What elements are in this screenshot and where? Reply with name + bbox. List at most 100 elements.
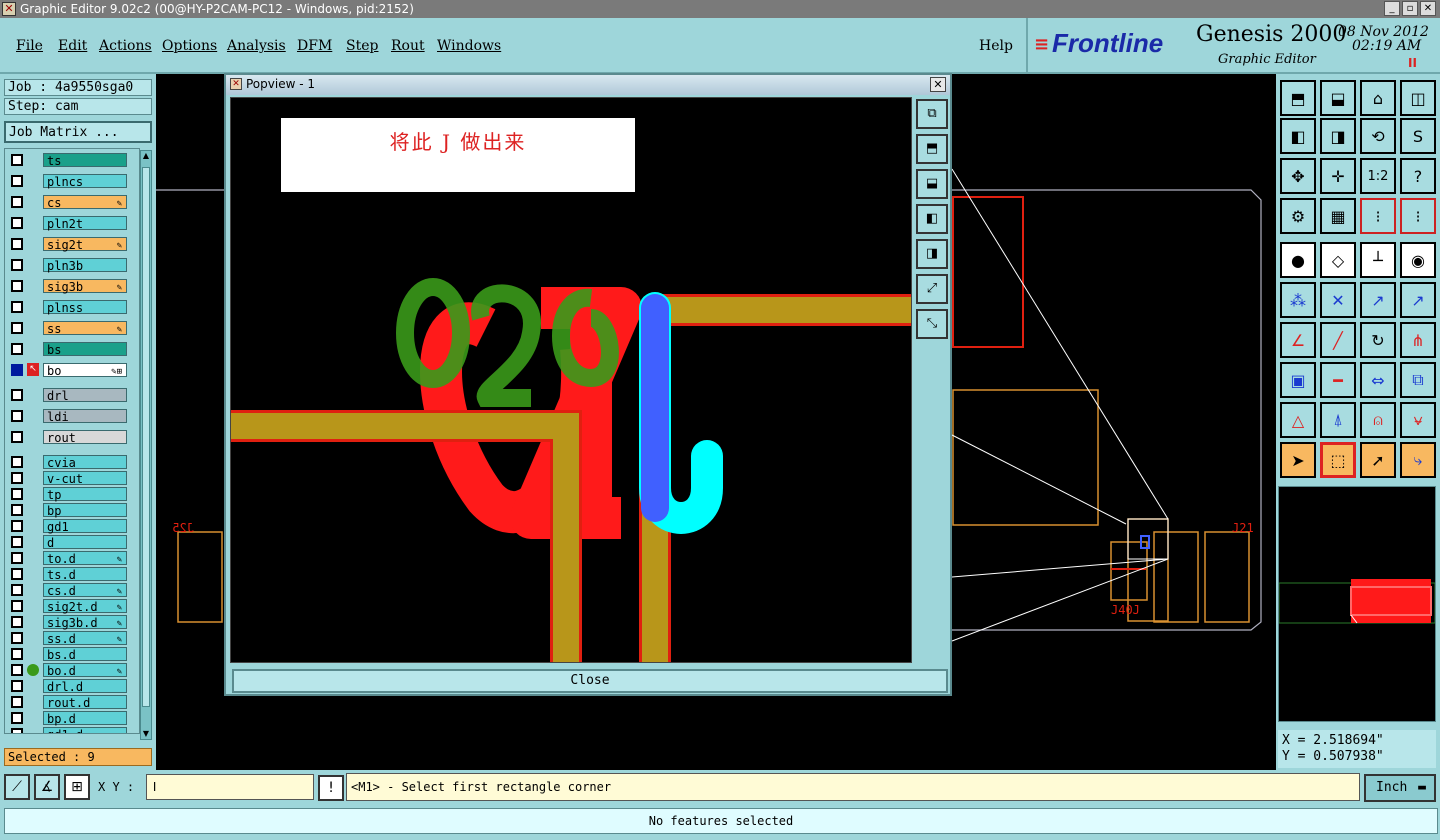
pan-down-icon[interactable]: ⬓ <box>1320 80 1356 116</box>
minimize-button[interactable]: _ <box>1384 1 1400 16</box>
layer-row-plncs[interactable]: plncs <box>9 174 129 189</box>
zoom-center-icon[interactable]: ✛ <box>1320 158 1356 194</box>
layer-row-gd1-d[interactable]: gd1.d <box>9 727 129 733</box>
layer-checkbox[interactable] <box>11 632 23 644</box>
scroll-down-icon[interactable]: ▼ <box>141 729 151 739</box>
layer-scrollbar[interactable]: ▲ ▼ <box>140 150 152 740</box>
units-select[interactable]: Inch ▬ <box>1364 774 1436 802</box>
arch-cross-icon[interactable]: ⍱ <box>1400 402 1436 438</box>
layer-checkbox[interactable] <box>11 664 23 676</box>
layer-name[interactable]: v-cut <box>43 471 127 486</box>
layer-name[interactable]: ts <box>43 153 127 168</box>
layer-name[interactable]: plnss <box>43 300 127 315</box>
layer-name[interactable]: bo ✎⊞ <box>43 363 127 378</box>
zoom-back-icon[interactable]: ⟲ <box>1360 118 1396 154</box>
line-break-icon[interactable]: ━ <box>1320 362 1356 398</box>
layer-name[interactable]: d <box>43 535 127 550</box>
layer-row-bp-d[interactable]: bp.d <box>9 711 129 726</box>
menu-help[interactable]: Help <box>979 38 1013 54</box>
layer-row-bs[interactable]: bs <box>9 342 129 357</box>
layer-name[interactable]: tp <box>43 487 127 502</box>
menu-dfm[interactable]: DFM <box>297 38 332 54</box>
line-tool-icon[interactable]: ╱ <box>1320 322 1356 358</box>
layer-name[interactable]: ss ✎ <box>43 321 127 336</box>
layer-name[interactable]: ts.d <box>43 567 127 582</box>
layer-checkbox[interactable] <box>11 536 23 548</box>
overview-minimap[interactable] <box>1278 486 1436 722</box>
layer-row-bp[interactable]: bp <box>9 503 129 518</box>
layer-checkbox[interactable] <box>11 431 23 443</box>
layer-row-ss[interactable]: ss ✎ <box>9 321 129 336</box>
copy-shape-icon[interactable]: ⧉ <box>1400 362 1436 398</box>
layer-checkbox[interactable] <box>11 259 23 271</box>
layer-row-rout[interactable]: rout <box>9 430 129 445</box>
layer-name[interactable]: cs ✎ <box>43 195 127 210</box>
layer-name[interactable]: gd1.d <box>43 727 127 733</box>
layer-name[interactable]: sig2t.d ✎ <box>43 599 127 614</box>
select-box-icon[interactable]: ⬚ <box>1320 442 1356 478</box>
add-circle-icon[interactable]: ◉ <box>1400 242 1436 278</box>
alert-icon[interactable]: ! <box>318 775 344 801</box>
layer-checkbox[interactable] <box>11 364 23 376</box>
layer-checkbox[interactable] <box>11 472 23 484</box>
layer-row-drl[interactable]: drl <box>9 388 129 403</box>
snap-angle-icon[interactable]: ∡ <box>34 774 60 800</box>
layer-checkbox[interactable] <box>11 728 23 733</box>
stretch-node-icon[interactable]: ↗ <box>1400 282 1436 318</box>
layer-row-sig3b-d[interactable]: sig3b.d ✎ <box>9 615 129 630</box>
grid-icon[interactable]: ▦ <box>1320 198 1356 234</box>
popview-close-button[interactable]: Close <box>232 669 948 693</box>
layer-checkbox[interactable] <box>11 600 23 612</box>
layer-name[interactable]: ss.d ✎ <box>43 631 127 646</box>
layer-name[interactable]: drl.d <box>43 679 127 694</box>
popview-zoom-out-button[interactable]: ⤢ <box>916 274 948 304</box>
layer-checkbox[interactable] <box>11 280 23 292</box>
select-arrow-icon[interactable]: ➤ <box>1280 442 1316 478</box>
layer-checkbox[interactable] <box>11 696 23 708</box>
layer-row-cs[interactable]: cs ✎ <box>9 195 129 210</box>
select-pointer-icon[interactable]: ➚ <box>1360 442 1396 478</box>
layer-row-bo-d[interactable]: bo.d ✎ <box>9 663 129 678</box>
layer-name[interactable]: pln3b <box>43 258 127 273</box>
menu-step[interactable]: Step <box>346 38 378 54</box>
menu-windows[interactable]: Windows <box>437 38 501 54</box>
layer-checkbox[interactable] <box>11 217 23 229</box>
layer-checkbox[interactable] <box>11 584 23 596</box>
move-node-icon[interactable]: ↗ <box>1360 282 1396 318</box>
layer-row-ldi[interactable]: ldi <box>9 409 129 424</box>
pad-select-icon[interactable]: ▣ <box>1280 362 1316 398</box>
scroll-up-icon[interactable]: ▲ <box>141 151 151 161</box>
layer-name[interactable]: plncs <box>43 174 127 189</box>
zoom-home-icon[interactable]: ✥ <box>1280 158 1316 194</box>
layer-checkbox[interactable] <box>11 648 23 660</box>
job-matrix-button[interactable]: Job Matrix ... <box>4 121 152 143</box>
layer-name[interactable]: bp.d <box>43 711 127 726</box>
layer-checkbox[interactable] <box>11 154 23 166</box>
resize-icon[interactable]: ⇔ <box>1360 362 1396 398</box>
layer-name[interactable]: bs <box>43 342 127 357</box>
layer-name[interactable]: rout.d <box>43 695 127 710</box>
bridge-icon[interactable]: ⍋ <box>1320 402 1356 438</box>
layer-checkbox[interactable] <box>11 238 23 250</box>
popview-pan-right-button[interactable]: ◨ <box>916 239 948 269</box>
menu-file[interactable]: File <box>16 38 43 54</box>
popview-zoom-fit-button[interactable]: ⧉ <box>916 99 948 129</box>
layer-checkbox[interactable] <box>11 680 23 692</box>
layer-checkbox[interactable] <box>11 301 23 313</box>
layer-row-ts-d[interactable]: ts.d <box>9 567 129 582</box>
layer-name[interactable]: to.d ✎ <box>43 551 127 566</box>
redraw-icon[interactable]: S <box>1400 118 1436 154</box>
layer-checkbox[interactable] <box>11 552 23 564</box>
menu-rout[interactable]: Rout <box>391 38 425 54</box>
layer-name[interactable]: drl <box>43 388 127 403</box>
measure-ruler-icon[interactable]: ┴ <box>1360 242 1396 278</box>
layer-name[interactable]: bs.d <box>43 647 127 662</box>
layer-name[interactable]: pln2t <box>43 216 127 231</box>
scroll-thumb[interactable] <box>142 167 150 707</box>
help-query-icon[interactable]: ? <box>1400 158 1436 194</box>
close-window-button[interactable]: ✕ <box>1420 1 1436 16</box>
add-pad-icon[interactable]: ● <box>1280 242 1316 278</box>
angle-icon[interactable]: ∠ <box>1280 322 1316 358</box>
layer-row-v-cut[interactable]: v-cut <box>9 471 129 486</box>
add-line-icon[interactable]: ◇ <box>1320 242 1356 278</box>
